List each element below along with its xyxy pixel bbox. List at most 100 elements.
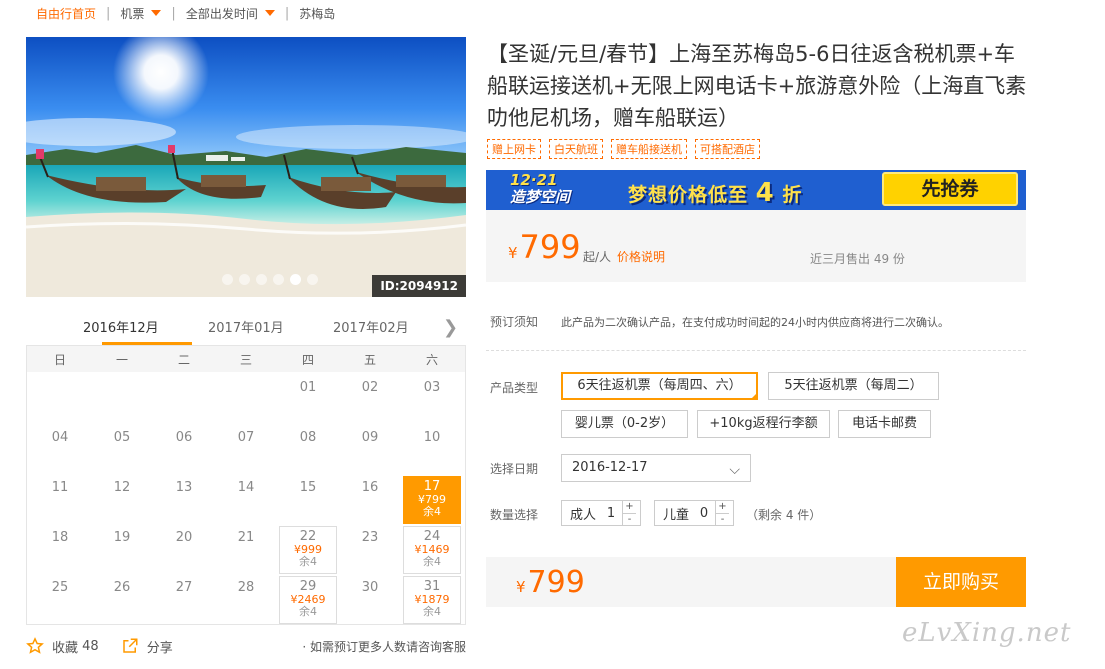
- adult-decrement-button[interactable]: -: [623, 512, 636, 526]
- calendar-day: 10: [403, 426, 461, 474]
- calendar-day: 08: [279, 426, 337, 474]
- adult-value[interactable]: 1: [600, 506, 622, 521]
- breadcrumb-separator: |: [171, 5, 176, 21]
- breadcrumb-item-destination[interactable]: 苏梅岛: [299, 5, 335, 22]
- child-stepper-buttons: + -: [715, 501, 729, 525]
- currency-symbol: ¥: [516, 578, 526, 596]
- day-number: 11: [51, 480, 69, 495]
- banner-logo-date: 12·21: [510, 171, 558, 189]
- gallery-dot[interactable]: [239, 274, 250, 285]
- day-number: 28: [237, 580, 255, 595]
- calendar-day-available[interactable]: 22 ¥999 余4: [279, 526, 337, 574]
- breadcrumb-item-time[interactable]: 全部出发时间: [186, 5, 275, 22]
- option-sim-shipping[interactable]: 电话卡邮费: [838, 410, 931, 438]
- calendar-day: 13: [155, 476, 213, 524]
- grab-coupon-button[interactable]: 先抢券: [882, 172, 1018, 206]
- child-increment-button[interactable]: +: [716, 501, 729, 513]
- date-select[interactable]: 2016-12-17 ⌵: [561, 454, 751, 482]
- price-box: ¥ 799 起/人 价格说明 近三月售出 49 份: [486, 210, 1026, 282]
- day-number: 15: [299, 480, 317, 495]
- day-number: 07: [237, 430, 255, 445]
- tab-month-3[interactable]: 2017年02月: [333, 317, 409, 336]
- banner-slogan-text: 梦想价格低至: [628, 184, 749, 206]
- day-number: 10: [423, 430, 441, 445]
- breadcrumb-home[interactable]: 自由行首页: [36, 5, 96, 22]
- weekday-label: 一: [115, 353, 128, 367]
- calendar-day-available[interactable]: 24 ¥1469 余4: [403, 526, 461, 574]
- favorite-count: 48: [82, 638, 99, 654]
- day-number: 16: [361, 480, 379, 495]
- tab-month-1[interactable]: 2016年12月: [83, 317, 159, 336]
- gallery-dot[interactable]: [222, 274, 233, 285]
- day-number: 13: [175, 480, 193, 495]
- child-quantity-stepper[interactable]: 儿童 0 + -: [654, 500, 734, 526]
- weekday-label: 五: [363, 353, 376, 367]
- date-value: 2016-12-17: [572, 460, 648, 475]
- day-remaining: 余4: [299, 605, 317, 618]
- calendar-day-available[interactable]: 31 ¥1879 余4: [403, 576, 461, 624]
- day-number: 31: [423, 579, 441, 594]
- banner-slogan: 梦想价格低至 4 折: [628, 178, 802, 208]
- option-infant-ticket[interactable]: 婴儿票（0-2岁）: [561, 410, 688, 438]
- product-gallery[interactable]: ID:2094912: [26, 37, 466, 297]
- promo-banner[interactable]: 12·21 造梦空间 梦想价格低至 4 折 先抢券: [486, 170, 1026, 210]
- day-number: 17: [423, 479, 441, 494]
- option-5day-ticket[interactable]: 5天往返机票（每周二）: [768, 372, 939, 400]
- gallery-dot[interactable]: [307, 274, 318, 285]
- calendar-day: 06: [155, 426, 213, 474]
- calendar-day: 01: [279, 376, 337, 424]
- favorite-label: 收藏: [52, 640, 79, 656]
- breadcrumb-separator: |: [284, 5, 290, 21]
- watermark: eLvXing.net: [902, 618, 1072, 648]
- day-number: 23: [361, 530, 379, 545]
- share-label: 分享: [146, 640, 173, 656]
- price-unit: 起/人: [583, 250, 612, 264]
- day-number: 22: [299, 529, 317, 544]
- divider: [486, 350, 1026, 351]
- notice-label: 预订须知: [490, 315, 539, 329]
- adult-increment-button[interactable]: +: [623, 501, 636, 513]
- currency-symbol: ¥: [508, 244, 518, 262]
- day-number: 30: [361, 580, 379, 595]
- calendar-day: 14: [217, 476, 275, 524]
- buy-bar: ¥ 799 立即购买: [486, 557, 1026, 607]
- next-month-icon[interactable]: ❯: [443, 317, 458, 338]
- gallery-dot[interactable]: [256, 274, 267, 285]
- share-button[interactable]: 分享: [121, 637, 173, 656]
- breadcrumb: 自由行首页 | 机票 | 全部出发时间 | 苏梅岛: [36, 4, 335, 22]
- calendar-day-selected[interactable]: 17 ¥799 余4: [403, 476, 461, 524]
- favorite-button[interactable]: 收藏 48: [26, 637, 99, 656]
- child-label: 儿童: [663, 507, 690, 523]
- gallery-id-label: ID:2094912: [372, 275, 466, 297]
- day-number: 24: [423, 529, 441, 544]
- gallery-dot[interactable]: [290, 274, 301, 285]
- gallery-dot[interactable]: [273, 274, 284, 285]
- chevron-down-icon: ⌵: [729, 462, 740, 478]
- day-number: 03: [423, 380, 441, 395]
- price-explanation-link[interactable]: 价格说明: [617, 248, 665, 265]
- total-price: ¥ 799: [516, 565, 585, 600]
- child-value[interactable]: 0: [693, 506, 715, 521]
- calendar-day: 21: [217, 526, 275, 574]
- tag-item: 赠车船接送机: [611, 139, 687, 159]
- adult-label: 成人: [570, 507, 597, 523]
- option-extra-baggage[interactable]: +10kg返程行李额: [697, 410, 830, 438]
- buy-now-button[interactable]: 立即购买: [896, 557, 1026, 607]
- calendar-day: 19: [93, 526, 151, 574]
- tab-month-2[interactable]: 2017年01月: [208, 317, 284, 336]
- day-number: 01: [299, 380, 317, 395]
- option-6day-ticket[interactable]: 6天往返机票（每周四、六）: [561, 372, 758, 400]
- total-amount: 799: [527, 565, 585, 600]
- calendar-day-available[interactable]: 29 ¥2469 余4: [279, 576, 337, 624]
- day-number: 27: [175, 580, 193, 595]
- sold-count: 近三月售出 49 份: [810, 252, 905, 266]
- share-icon: [122, 638, 138, 653]
- adult-quantity-stepper[interactable]: 成人 1 + -: [561, 500, 641, 526]
- day-number: 26: [113, 580, 131, 595]
- day-remaining: 余4: [299, 555, 317, 568]
- child-decrement-button[interactable]: -: [716, 512, 729, 526]
- breadcrumb-item-flight[interactable]: 机票: [120, 5, 162, 22]
- calendar-day: 23: [341, 526, 399, 574]
- calendar-day: 28: [217, 576, 275, 624]
- calendar-day: 03: [403, 376, 461, 424]
